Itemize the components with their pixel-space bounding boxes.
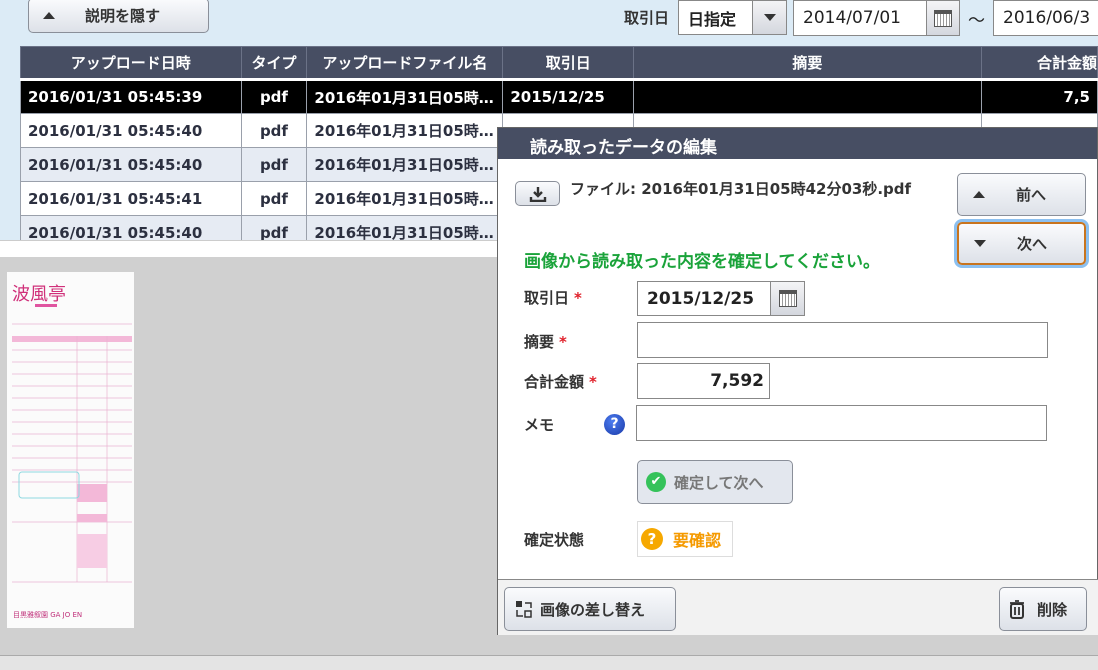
summary-input[interactable] bbox=[637, 322, 1048, 358]
cell: 2016/01/31 05:45:40 bbox=[20, 113, 242, 148]
hide-description-label: 説明を隠す bbox=[85, 7, 161, 25]
replace-image-icon bbox=[516, 601, 532, 618]
receipt-drawing: 波風亭 目黒雅叙園 GA JO EN bbox=[12, 284, 132, 619]
dialog-title: 読み取ったデータの編集 bbox=[498, 128, 1097, 159]
cell: 2016年01月31日05時… bbox=[306, 113, 504, 148]
memo-label: メモ bbox=[524, 416, 555, 434]
memo-input[interactable] bbox=[636, 405, 1047, 441]
calendar-icon bbox=[934, 9, 952, 27]
table-header: アップロード日時 タイプ アップロードファイル名 取引日 摘要 合計金額 bbox=[20, 46, 1098, 81]
date-filter-label: 取引日 bbox=[624, 9, 670, 27]
cell: pdf bbox=[240, 79, 308, 114]
instruction-text: 画像から読み取った内容を確定してください。 bbox=[524, 252, 880, 272]
cell: 2016/01/31 05:45:41 bbox=[20, 181, 242, 216]
date-from-calendar-button[interactable] bbox=[926, 0, 960, 36]
amount-input[interactable]: 7,592 bbox=[637, 363, 770, 399]
table-row[interactable]: 2016/01/31 05:45:39 pdf 2016年01月31日05時… 201… bbox=[20, 79, 1098, 114]
date-to-input[interactable]: 2016/06/3 bbox=[993, 0, 1098, 36]
date-input[interactable]: 2015/12/25 bbox=[637, 281, 771, 316]
range-separator: 〜 bbox=[968, 11, 985, 31]
receipt-footer: 目黒雅叙園 GA JO EN bbox=[13, 610, 82, 619]
bottom-bar bbox=[0, 655, 1098, 670]
delete-label: 削除 bbox=[1037, 600, 1068, 619]
triangle-up-icon bbox=[43, 12, 55, 19]
amount-label: 合計金額 * bbox=[524, 373, 597, 391]
next-label: 次へ bbox=[1017, 235, 1048, 253]
date-calendar-button[interactable] bbox=[770, 281, 805, 316]
receipt-logo: 波風亭 bbox=[12, 284, 66, 305]
replace-image-label: 画像の差し替え bbox=[540, 600, 646, 619]
cell bbox=[633, 79, 982, 114]
replace-image-button[interactable]: 画像の差し替え bbox=[504, 587, 676, 631]
status-value: 要確認 bbox=[673, 531, 722, 550]
file-name: ファイル: 2016年01月31日05時42分03秒.pdf bbox=[570, 180, 912, 198]
dialog-footer: 画像の差し替え 削除 bbox=[498, 579, 1098, 635]
cell: 2016/01/31 05:45:40 bbox=[20, 147, 242, 182]
column-header[interactable]: アップロード日時 bbox=[20, 46, 242, 81]
date-label: 取引日 * bbox=[524, 289, 582, 307]
column-header[interactable]: 取引日 bbox=[502, 46, 635, 81]
date-mode-dropdown-button[interactable] bbox=[752, 0, 787, 35]
date-from-input[interactable]: 2014/07/01 bbox=[793, 0, 927, 36]
next-button[interactable]: 次へ bbox=[957, 222, 1086, 265]
date-mode-select[interactable]: 日指定 bbox=[678, 0, 753, 35]
column-header[interactable]: 摘要 bbox=[633, 46, 982, 81]
hide-description-button[interactable]: 説明を隠す bbox=[28, 0, 209, 33]
delete-button[interactable]: 削除 bbox=[999, 587, 1087, 631]
cell: 2016年01月31日05時… bbox=[306, 147, 504, 182]
help-icon[interactable]: ? bbox=[604, 414, 625, 435]
prev-button[interactable]: 前へ bbox=[957, 173, 1086, 216]
column-header[interactable]: アップロードファイル名 bbox=[306, 46, 504, 81]
cell: 2016/01/31 05:45:39 bbox=[20, 79, 242, 114]
column-header[interactable]: タイプ bbox=[240, 46, 308, 81]
column-header[interactable]: 合計金額 bbox=[980, 46, 1098, 81]
chevron-down-icon bbox=[763, 14, 776, 21]
download-button[interactable] bbox=[515, 181, 560, 206]
cell: pdf bbox=[240, 181, 308, 216]
cell: 2016年01月31日05時… bbox=[306, 181, 504, 216]
prev-label: 前へ bbox=[1016, 186, 1047, 204]
receipt-image: 波風亭 目黒雅叙園 GA JO EN bbox=[7, 272, 134, 628]
status-label: 確定状態 bbox=[524, 531, 585, 549]
trash-icon bbox=[1010, 600, 1024, 619]
cell: 2015/12/25 bbox=[502, 79, 635, 114]
download-icon bbox=[529, 186, 546, 202]
status-badge: ? 要確認 bbox=[637, 521, 733, 557]
question-circle-icon: ? bbox=[641, 528, 663, 550]
confirm-next-button[interactable]: ✔ 確定して次へ bbox=[637, 460, 793, 504]
triangle-down-icon bbox=[974, 240, 986, 247]
confirm-next-label: 確定して次へ bbox=[674, 473, 764, 492]
cell: pdf bbox=[240, 113, 308, 148]
cell: 2016年01月31日05時… bbox=[306, 79, 504, 114]
triangle-up-icon bbox=[973, 191, 985, 198]
cell: 7,5 bbox=[980, 79, 1098, 114]
calendar-icon bbox=[778, 290, 797, 307]
edit-dialog: 読み取ったデータの編集 ファイル: 2016年01月31日05時42分03秒.p… bbox=[497, 127, 1098, 635]
summary-label: 摘要 * bbox=[524, 333, 567, 351]
check-circle-icon: ✔ bbox=[646, 472, 666, 492]
cell: pdf bbox=[240, 147, 308, 182]
